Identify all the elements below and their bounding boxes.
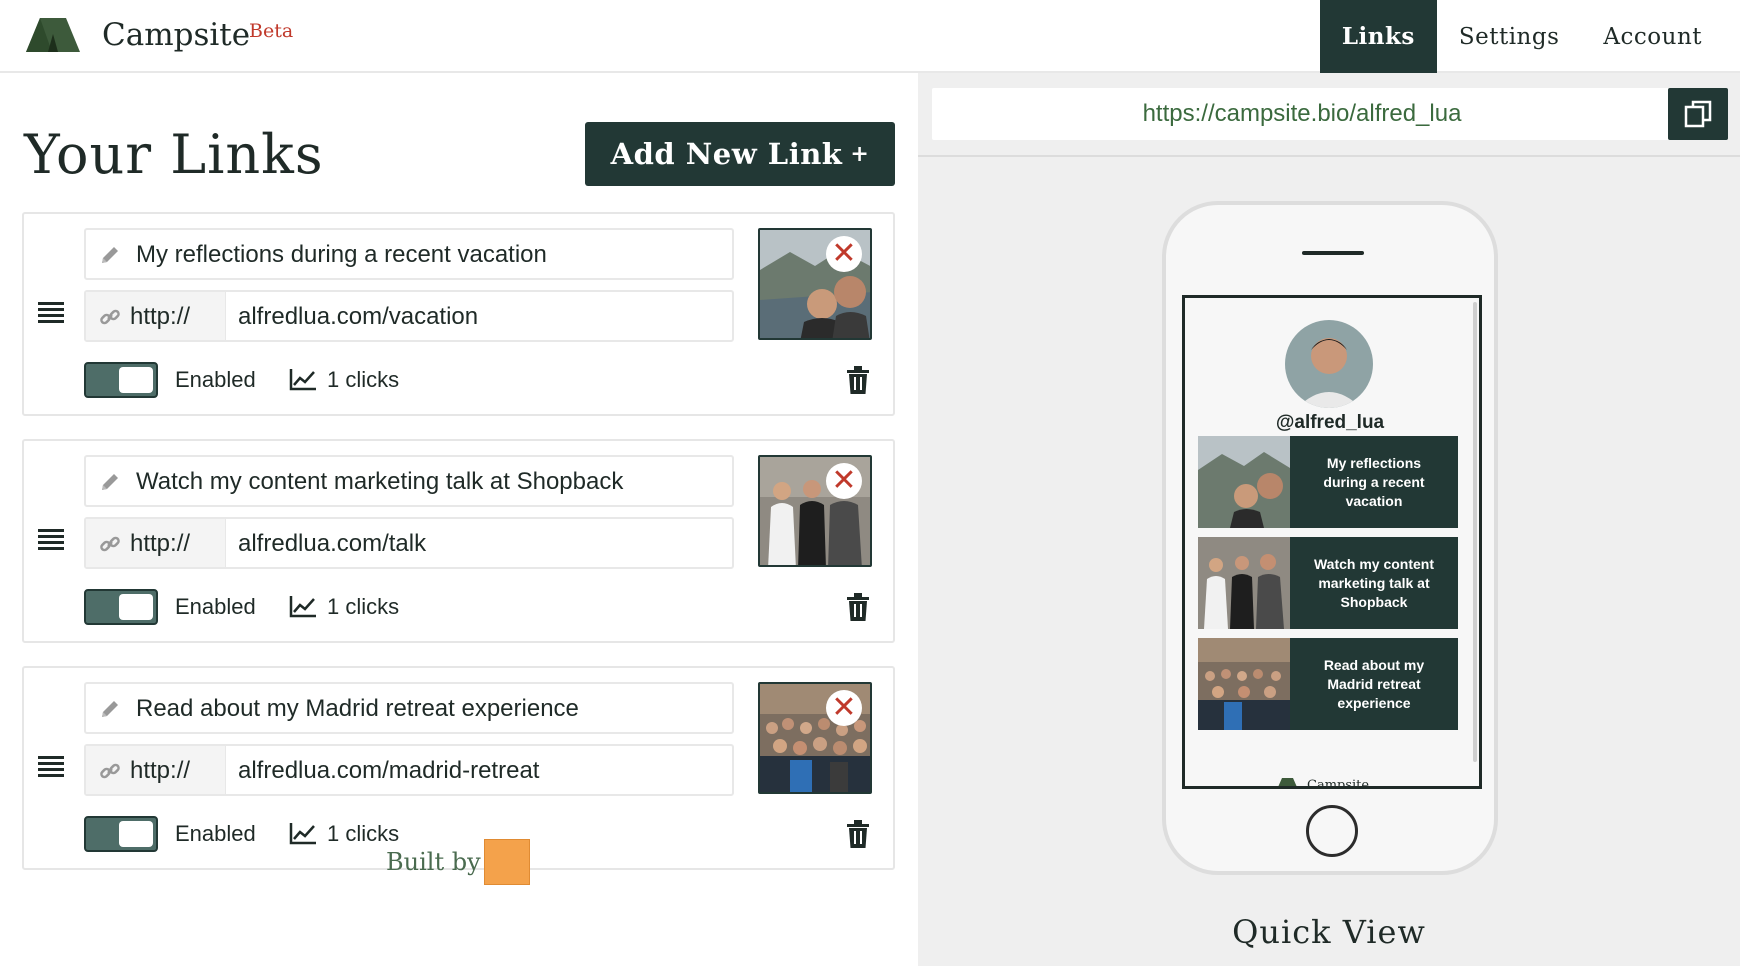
enabled-label: Enabled (175, 594, 256, 619)
tent-logo-icon (1278, 778, 1297, 786)
link-url-value: alfredlua.com/madrid-retreat (238, 757, 540, 784)
link-icon (100, 309, 120, 325)
link-title-value: My reflections during a recent vacation (136, 241, 547, 268)
click-count: 1 clicks (327, 367, 400, 392)
drag-handle-icon[interactable] (38, 529, 64, 551)
preview-footer: Campsite (1273, 774, 1413, 789)
link-card: My reflections during a recent vacation … (22, 212, 895, 416)
link-icon (100, 763, 120, 779)
chart-icon (289, 369, 316, 391)
profile-handle: @alfred_lua (1275, 412, 1385, 433)
preview-link-image (1198, 436, 1290, 528)
link-title-value: Watch my content marketing talk at Shopb… (136, 468, 624, 495)
top-nav: Links Settings Account (1319, 0, 1740, 73)
enabled-label: Enabled (175, 821, 256, 846)
link-title-field[interactable]: My reflections during a recent vacation (84, 228, 734, 280)
link-url-value: alfredlua.com/vacation (238, 303, 479, 330)
link-url-field[interactable]: http:// alfredlua.com/madrid-retreat (84, 744, 734, 796)
preview-panel: https://campsite.bio/alfred_lua @alfred_… (918, 73, 1740, 966)
copy-icon (1684, 100, 1712, 128)
preview-link-image (1198, 638, 1290, 730)
link-title-value: Read about my Madrid retreat experience (136, 695, 579, 722)
page-title: Your Links (24, 123, 324, 186)
pencil-icon (102, 701, 118, 717)
trash-icon[interactable] (846, 366, 870, 394)
enabled-toggle[interactable] (84, 362, 158, 398)
copy-url-button[interactable] (1668, 88, 1728, 140)
scrollbar[interactable] (1473, 302, 1477, 762)
preview-footer-label: Campsite (1307, 778, 1370, 789)
chart-icon (289, 823, 316, 845)
preview-link-label: Read about my Madrid retreat experience (1323, 656, 1425, 711)
remove-image-button[interactable]: ✕ (826, 463, 862, 499)
phone-screen: @alfred_lua My reflections during a rece… (1182, 295, 1482, 789)
profile-url[interactable]: https://campsite.bio/alfred_lua (932, 88, 1672, 140)
preview-link-label: Watch my content marketing talk at Shopb… (1313, 555, 1435, 610)
nav-links[interactable]: Links (1319, 0, 1437, 73)
remove-image-button[interactable]: ✕ (826, 236, 862, 272)
tent-logo-icon[interactable] (22, 12, 82, 58)
preview-link[interactable]: My reflections during a recent vacation (1198, 436, 1458, 528)
protocol-label: http:// (130, 530, 191, 557)
click-count: 1 clicks (327, 594, 400, 619)
links-panel: Your Links Add New Link + My reflections… (0, 73, 918, 966)
app-header: Campsite Beta Links Settings Account (0, 0, 1740, 73)
brand-name[interactable]: Campsite (102, 17, 250, 53)
add-new-link-button[interactable]: Add New Link + (585, 122, 895, 186)
link-url-value: alfredlua.com/talk (238, 530, 427, 557)
protocol-label: http:// (130, 303, 191, 330)
quick-view-label: Quick View (1232, 913, 1426, 951)
link-thumbnail[interactable]: ✕ (758, 682, 872, 794)
drag-handle-icon[interactable] (38, 756, 64, 778)
built-by-label: Built by (386, 848, 481, 876)
click-count: 1 clicks (327, 821, 400, 846)
profile-url-bar[interactable]: https://campsite.bio/alfred_lua (932, 88, 1672, 140)
protocol-label: http:// (130, 757, 191, 784)
link-thumbnail[interactable]: ✕ (758, 455, 872, 567)
toggle-knob (119, 821, 153, 847)
link-url-field[interactable]: http:// alfredlua.com/vacation (84, 290, 734, 342)
chart-icon (289, 596, 316, 618)
phone-speaker (1302, 251, 1364, 255)
enabled-toggle[interactable] (84, 816, 158, 852)
nav-account[interactable]: Account (1581, 0, 1740, 73)
preview-link-image (1198, 537, 1290, 629)
preview-link-label: My reflections during a recent vacation (1323, 454, 1425, 509)
enabled-label: Enabled (175, 367, 256, 392)
link-title-field[interactable]: Read about my Madrid retreat experience (84, 682, 734, 734)
preview-link[interactable]: Read about my Madrid retreat experience (1198, 638, 1458, 730)
link-title-field[interactable]: Watch my content marketing talk at Shopb… (84, 455, 734, 507)
pencil-icon (102, 474, 118, 490)
nav-settings[interactable]: Settings (1437, 0, 1582, 73)
toggle-knob (119, 594, 153, 620)
trash-icon[interactable] (846, 820, 870, 848)
enabled-toggle[interactable] (84, 589, 158, 625)
plus-icon: + (850, 141, 870, 167)
link-card: Watch my content marketing talk at Shopb… (22, 439, 895, 643)
remove-image-button[interactable]: ✕ (826, 690, 862, 726)
link-card: Read about my Madrid retreat experience … (22, 666, 895, 870)
pencil-icon (102, 247, 118, 263)
trash-icon[interactable] (846, 593, 870, 621)
phone-mockup: @alfred_lua My reflections during a rece… (1162, 201, 1498, 875)
builder-logo[interactable] (484, 839, 530, 885)
add-new-link-label: Add New Link (610, 137, 843, 171)
beta-badge: Beta (249, 20, 294, 42)
link-url-field[interactable]: http:// alfredlua.com/talk (84, 517, 734, 569)
link-icon (100, 536, 120, 552)
preview-link[interactable]: Watch my content marketing talk at Shopb… (1198, 537, 1458, 629)
drag-handle-icon[interactable] (38, 302, 64, 324)
home-button-icon (1306, 805, 1358, 857)
toggle-knob (119, 367, 153, 393)
divider (918, 155, 1740, 157)
avatar (1285, 320, 1373, 408)
link-thumbnail[interactable]: ✕ (758, 228, 872, 340)
